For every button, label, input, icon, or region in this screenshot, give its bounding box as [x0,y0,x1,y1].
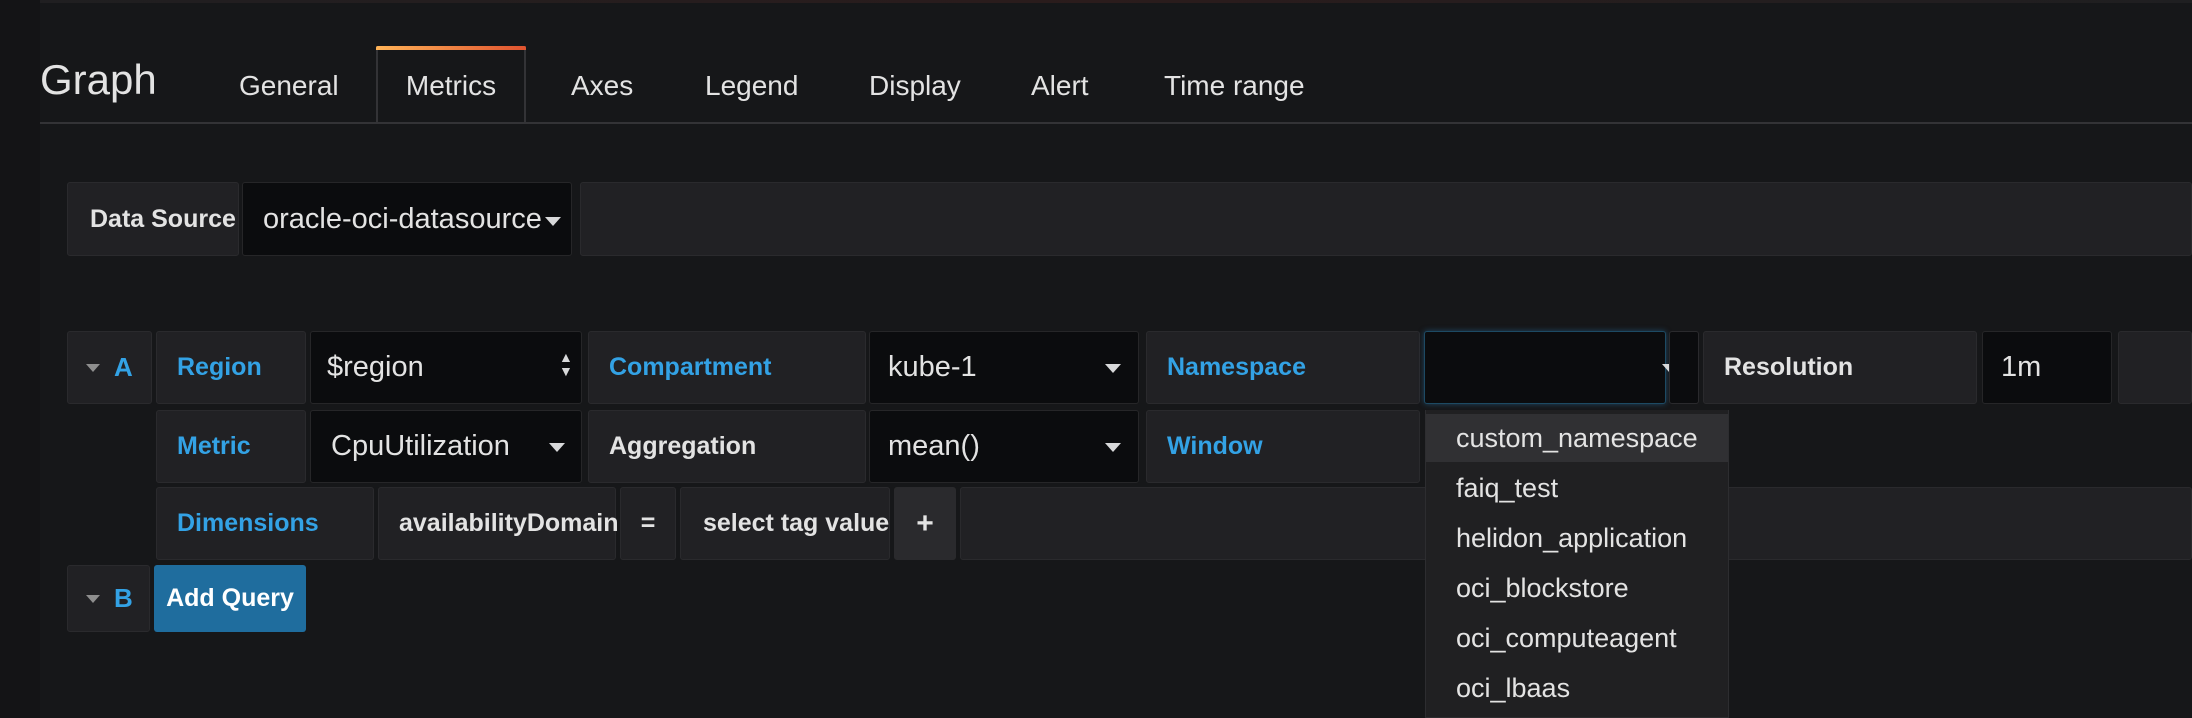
aggregation-select[interactable]: mean() [869,410,1139,483]
region-label: Region [177,353,262,381]
dimension-value[interactable]: select tag value [680,487,890,560]
query-b-letter: B [114,583,133,613]
tab-alert[interactable]: Alert [1031,68,1089,122]
chevron-down-icon [545,217,561,226]
dimension-key-label: availabilityDomain [399,509,619,537]
datasource-label-box: Data Source [67,182,239,256]
dropdown-option[interactable]: oci_computeagent [1426,614,1728,662]
tab-time-range[interactable]: Time range [1164,68,1305,122]
resolution-label-box: Resolution [1703,331,1977,404]
chevron-down-icon [1105,443,1121,452]
resolution-value: 1m [2001,351,2042,383]
tab-general[interactable]: General [239,68,339,122]
aggregation-label: Aggregation [609,432,757,460]
panel-type-title: Graph [40,56,157,103]
query-a-header[interactable]: A [67,331,152,404]
collapse-caret-icon [86,363,100,372]
dropdown-option[interactable]: faiq_test [1426,464,1728,512]
add-dimension-button[interactable]: + [894,487,956,560]
dropdown-option[interactable]: custom_namespace [1426,414,1728,462]
aggregation-label-box: Aggregation [588,410,866,483]
metric-label: Metric [177,432,251,460]
window-label-box: Window [1146,410,1420,483]
top-border [0,0,2192,3]
namespace-select[interactable] [1424,331,1676,404]
namespace-dropdown-menu: custom_namespace faiq_test helidon_appli… [1425,410,1729,718]
namespace-label-box: Namespace [1146,331,1420,404]
datasource-label: Data Source [90,204,236,233]
namespace-label: Namespace [1167,353,1306,381]
dropdown-option[interactable]: oci_blockstore [1426,564,1728,612]
metric-value: CpuUtilization [331,430,510,462]
dimension-operator-label: = [640,509,656,537]
metric-label-box: Metric [156,410,306,483]
collapse-caret-icon [86,594,100,603]
tab-axes[interactable]: Axes [571,68,633,122]
metric-select[interactable]: CpuUtilization [310,410,582,483]
aggregation-value: mean() [888,430,980,462]
region-value: $region [327,351,424,383]
tab-metrics[interactable]: Metrics [376,46,526,124]
panel-editor: Graph General Metrics Axes Legend Displa… [0,0,2192,718]
window-label: Window [1167,432,1263,460]
tab-divider [40,122,2192,124]
chevron-down-icon [549,443,565,452]
datasource-select[interactable]: oracle-oci-datasource [242,182,572,256]
dimensions-label-box: Dimensions [156,487,374,560]
tab-display[interactable]: Display [869,68,961,122]
datasource-value: oracle-oci-datasource [263,202,542,235]
dimension-value-label: select tag value [703,509,890,537]
row-filler [2118,331,2192,404]
compartment-select[interactable]: kube-1 [869,331,1139,404]
add-query-button[interactable]: Add Query [154,565,306,632]
datasource-filler [580,182,2192,256]
query-a-letter: A [114,352,133,382]
dimensions-label: Dimensions [177,509,319,537]
dimension-key[interactable]: availabilityDomain [378,487,619,560]
compartment-label-box: Compartment [588,331,866,404]
compartment-value: kube-1 [888,351,977,383]
region-label-box: Region [156,331,306,404]
left-gutter [0,0,40,718]
chevron-down-icon [1105,364,1121,373]
resolution-input[interactable]: 1m [1982,331,2112,404]
plus-icon: + [916,506,934,540]
compartment-label: Compartment [609,353,772,381]
dropdown-option[interactable]: oci_lbaas [1426,664,1728,712]
resolution-label: Resolution [1724,353,1854,381]
dimension-operator[interactable]: = [620,487,676,560]
dropdown-option[interactable]: helidon_application [1426,514,1728,562]
up-down-arrows-icon: ▲ ▼ [559,349,573,379]
region-select[interactable]: $region ▲ ▼ [310,331,582,404]
namespace-gap [1669,331,1699,404]
query-b-header[interactable]: B [67,565,150,632]
tab-legend[interactable]: Legend [705,68,798,122]
